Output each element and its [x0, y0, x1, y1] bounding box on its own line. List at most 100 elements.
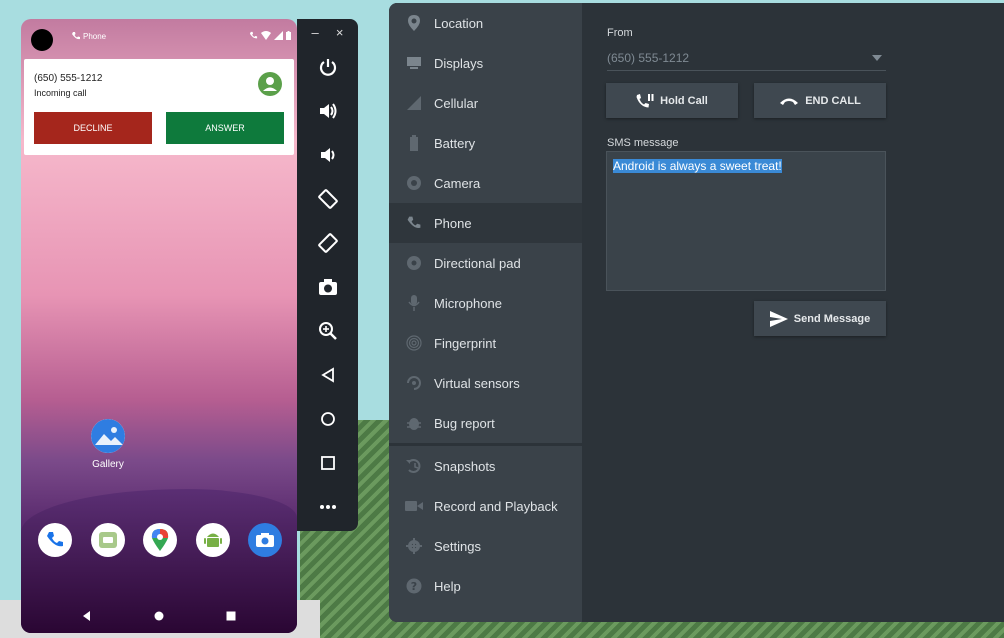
battery-status-icon — [286, 31, 291, 40]
sidebar-item-label: Fingerprint — [434, 335, 497, 351]
gallery-label: Gallery — [92, 459, 124, 470]
status-icons — [249, 31, 291, 40]
from-number-select[interactable]: (650) 555-1212 — [607, 45, 886, 71]
status-app-name: Phone — [83, 32, 107, 41]
sidebar-item-camera[interactable]: Camera — [389, 163, 582, 203]
back-button[interactable] — [297, 353, 358, 397]
camera-cutout — [31, 29, 53, 51]
sidebar-item-battery[interactable]: Battery — [389, 123, 582, 163]
hold-call-button[interactable]: Hold Call — [606, 83, 738, 118]
overview-icon — [320, 456, 335, 470]
zoom-button[interactable] — [297, 309, 358, 353]
caller-number: (650) 555-1212 — [34, 73, 103, 84]
sidebar-item-microphone[interactable]: Microphone — [389, 283, 582, 323]
sidebar-item-label: Virtual sensors — [434, 375, 520, 391]
gallery-app[interactable]: Gallery — [88, 419, 128, 470]
end-call-button[interactable]: END CALL — [754, 83, 886, 118]
screenshot-button[interactable] — [297, 265, 358, 309]
sms-message-input[interactable]: Android is always a sweet treat! — [606, 151, 886, 291]
sidebar-item-directional-pad[interactable]: Directional pad — [389, 243, 582, 283]
bug-icon — [405, 414, 423, 432]
volume-down-button[interactable] — [297, 133, 358, 177]
from-label: From — [607, 27, 633, 39]
nav-overview-icon[interactable] — [226, 611, 236, 621]
send-icon — [769, 310, 788, 327]
decline-button[interactable]: DECLINE — [34, 112, 152, 144]
wifi-icon — [261, 31, 271, 40]
sidebar-item-label: Settings — [434, 538, 481, 554]
send-message-button[interactable]: Send Message — [754, 301, 886, 336]
emulator-toolbar: – × — [297, 19, 358, 531]
close-button[interactable]: × — [336, 25, 344, 40]
extended-controls-sidebar: Location Displays Cellular Battery Camer… — [389, 3, 582, 622]
power-button[interactable] — [297, 45, 358, 89]
sidebar-item-virtual-sensors[interactable]: Virtual sensors — [389, 363, 582, 403]
extended-controls-window: Location Displays Cellular Battery Camer… — [389, 3, 1004, 622]
sidebar-item-label: Battery — [434, 135, 476, 151]
send-message-label: Send Message — [793, 312, 871, 325]
volume-up-icon — [319, 103, 336, 119]
sidebar-item-help[interactable]: ? Help — [389, 566, 582, 606]
call-status: Incoming call — [34, 88, 87, 98]
phone-icon — [405, 214, 423, 232]
sensors-icon — [405, 374, 423, 392]
sidebar-item-label: Location — [434, 15, 484, 31]
sidebar-item-settings[interactable]: Settings — [389, 526, 582, 566]
end-call-label: END CALL — [805, 94, 861, 107]
snapshots-icon — [405, 457, 423, 475]
messages-app-icon[interactable] — [90, 523, 125, 557]
more-icon — [319, 505, 336, 509]
nav-back-icon[interactable] — [82, 611, 92, 621]
rotate-left-button[interactable] — [297, 177, 358, 221]
maps-app-icon[interactable] — [143, 523, 177, 557]
sidebar-item-label: Phone — [434, 215, 472, 231]
minimize-button[interactable]: – — [312, 25, 319, 40]
from-number-value: (650) 555-1212 — [607, 51, 690, 65]
volume-up-button[interactable] — [297, 89, 358, 133]
sidebar-item-label: Camera — [434, 175, 481, 191]
phone-app-icon[interactable] — [38, 523, 72, 557]
record-icon — [405, 497, 423, 515]
back-icon — [320, 367, 334, 383]
incoming-call-notification[interactable]: (650) 555-1212 Incoming call DECLINE ANS… — [24, 59, 294, 155]
hold-call-label: Hold Call — [660, 94, 708, 107]
more-button[interactable] — [297, 485, 358, 529]
sidebar-item-label: Snapshots — [434, 458, 496, 474]
sidebar-item-bug-report[interactable]: Bug report — [389, 403, 582, 443]
app-dock — [38, 523, 282, 559]
sidebar-item-label: Help — [434, 578, 461, 594]
location-icon — [405, 14, 423, 32]
sidebar-item-label: Displays — [434, 55, 484, 71]
home-button[interactable] — [297, 397, 358, 441]
microphone-icon — [405, 294, 423, 312]
dpad-icon — [405, 254, 423, 272]
zoom-icon — [318, 322, 337, 340]
sidebar-item-location[interactable]: Location — [389, 3, 582, 43]
hold-call-icon — [636, 93, 654, 107]
sidebar-item-displays[interactable]: Displays — [389, 43, 582, 83]
emulator-phone-screen[interactable]: Phone (650) 555-1212 Incoming call DECLI… — [21, 19, 297, 633]
status-call-icon — [249, 31, 258, 39]
sidebar-item-cellular[interactable]: Cellular — [389, 83, 582, 123]
sidebar-item-phone[interactable]: Phone — [389, 203, 582, 243]
android-app-icon[interactable] — [195, 523, 230, 557]
overview-button[interactable] — [297, 441, 358, 485]
displays-icon — [405, 54, 423, 72]
screenshot-icon — [318, 279, 337, 295]
sidebar-item-fingerprint[interactable]: Fingerprint — [389, 323, 582, 363]
gallery-icon — [91, 419, 125, 453]
rotate-right-button[interactable] — [297, 221, 358, 265]
status-bar: Phone — [21, 19, 297, 55]
sidebar-item-snapshots[interactable]: Snapshots — [389, 446, 582, 486]
chevron-down-icon — [872, 55, 882, 61]
nav-home-icon[interactable] — [154, 611, 164, 621]
camera-app-icon[interactable] — [248, 523, 282, 557]
sidebar-item-record-playback[interactable]: Record and Playback — [389, 486, 582, 526]
fingerprint-icon — [405, 334, 423, 352]
rotate-left-icon — [317, 189, 338, 209]
sidebar-item-label: Microphone — [434, 295, 502, 311]
svg-text:?: ? — [411, 580, 417, 593]
answer-button[interactable]: ANSWER — [166, 112, 284, 144]
sms-message-text: Android is always a sweet treat! — [613, 159, 782, 173]
sidebar-item-label: Record and Playback — [434, 498, 558, 514]
